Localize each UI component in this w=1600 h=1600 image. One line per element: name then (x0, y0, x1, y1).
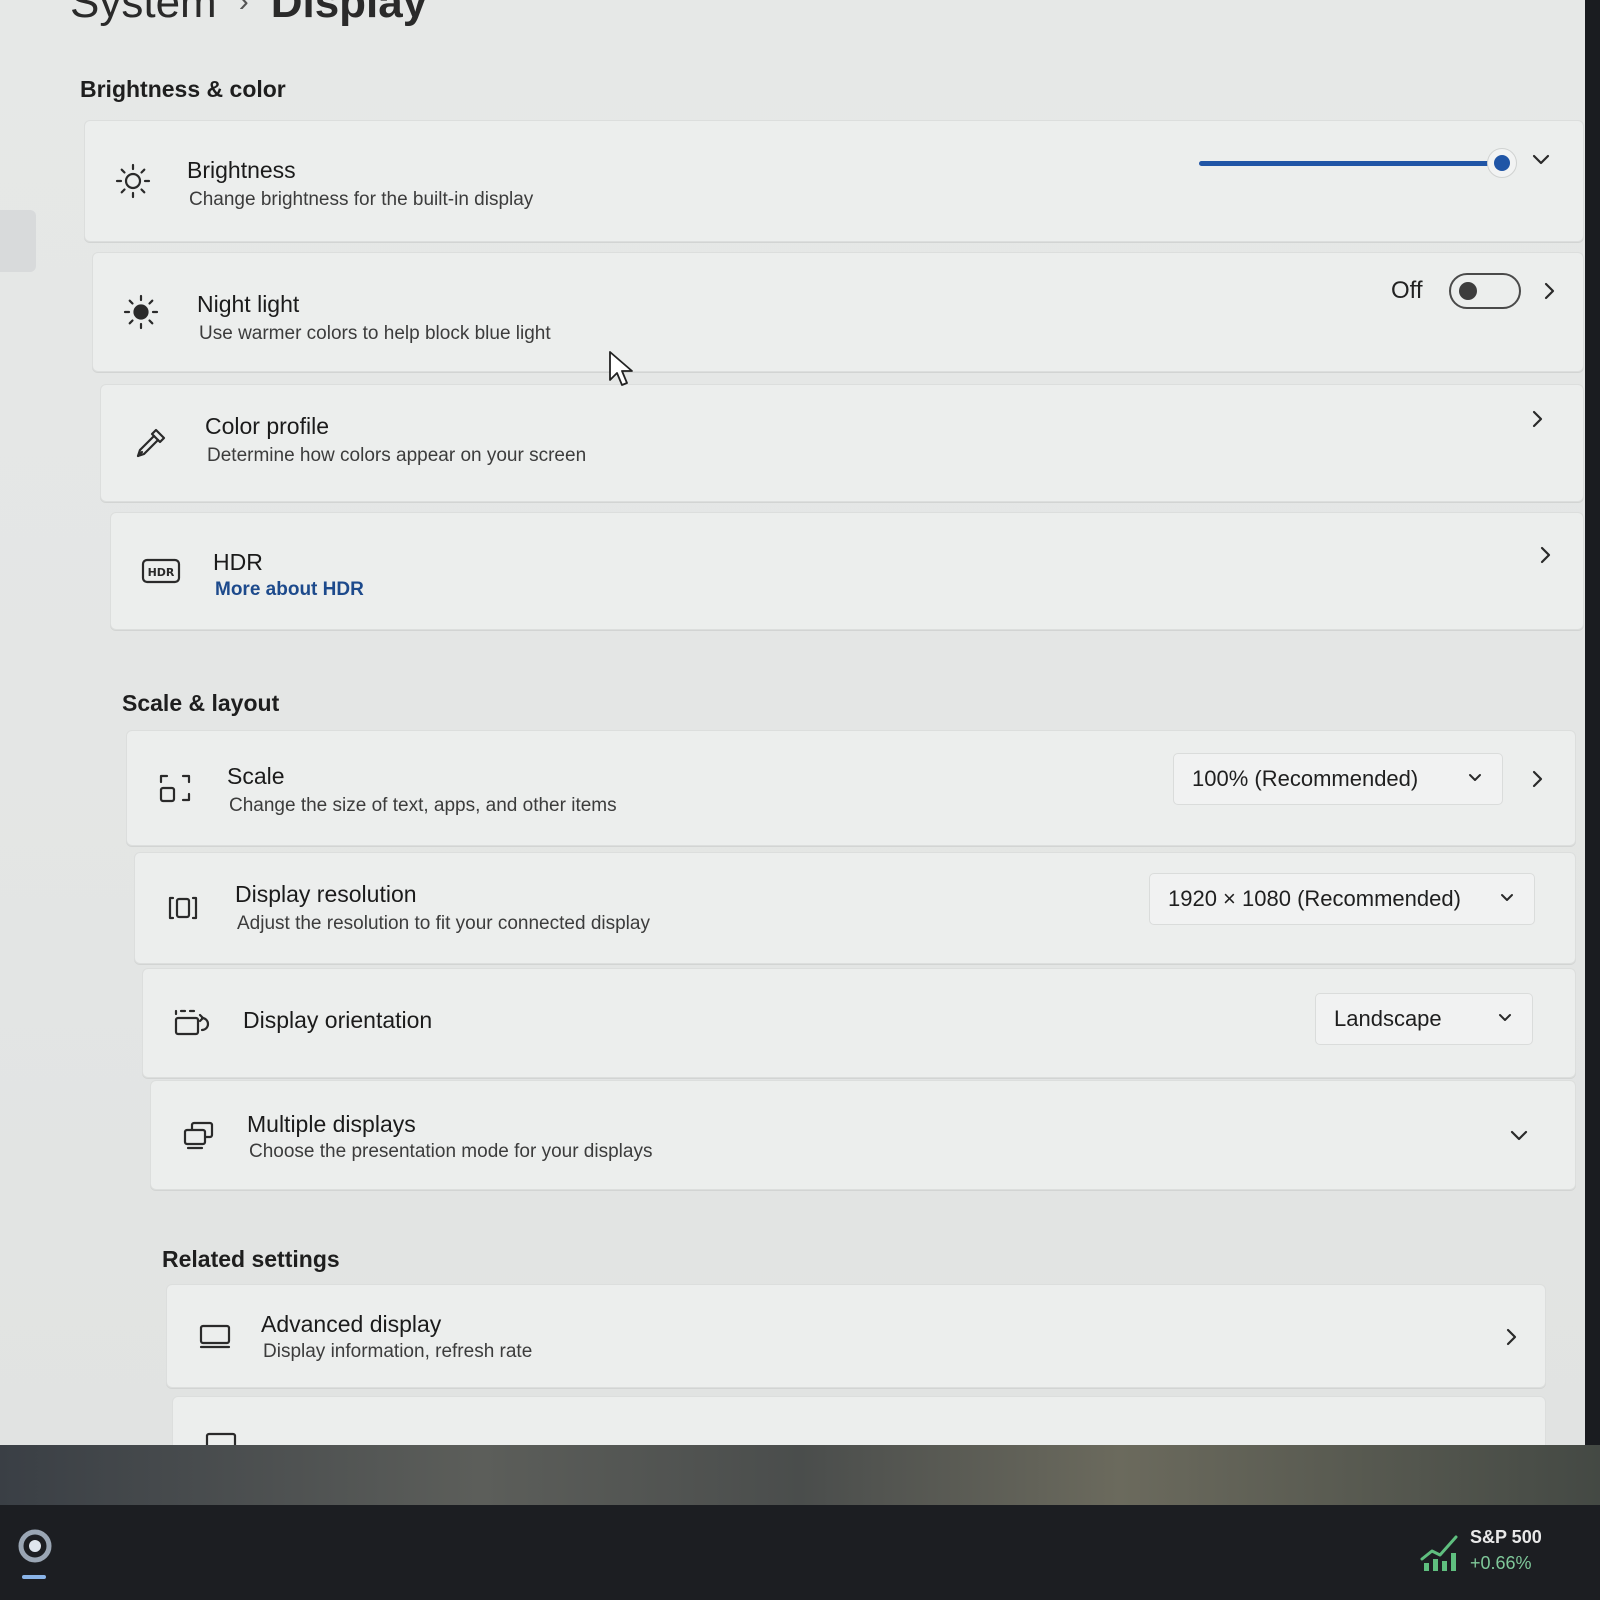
hdr-icon-text: HDR (148, 566, 175, 579)
stock-widget-change: +0.66% (1470, 1553, 1532, 1573)
toggle-knob (1459, 282, 1477, 300)
scale-title: Scale (227, 763, 285, 789)
section-related-settings: Related settings (162, 1246, 340, 1272)
brightness-subtitle: Change brightness for the built-in displ… (189, 189, 534, 210)
chevron-down-icon (1498, 886, 1516, 912)
brightness-title: Brightness (187, 157, 296, 183)
settings-app-icon[interactable] (12, 1523, 58, 1569)
multiple-displays-subtitle: Choose the presentation mode for your di… (249, 1141, 653, 1162)
color-profile-subtitle: Determine how colors appear on your scre… (207, 445, 587, 466)
night-light-card[interactable]: Night light Use warmer colors to help bl… (92, 252, 1584, 372)
resolution-dropdown[interactable]: 1920 × 1080 (Recommended) (1149, 873, 1535, 925)
display-resolution-subtitle: Adjust the resolution to fit your connec… (237, 913, 650, 934)
breadcrumb: System › Display (70, 0, 427, 28)
chevron-right-icon[interactable] (1537, 279, 1561, 303)
stock-widget[interactable]: S&P 500 +0.66% (1420, 1525, 1570, 1581)
nav-pane-edge[interactable] (0, 210, 36, 272)
brightness-slider-thumb[interactable] (1487, 148, 1517, 178)
scale-dropdown[interactable]: 100% (Recommended) (1173, 753, 1503, 805)
night-light-icon (121, 292, 161, 332)
related-card-cutoff[interactable] (172, 1396, 1546, 1445)
advanced-display-subtitle: Display information, refresh rate (263, 1341, 533, 1362)
resolution-value: 1920 × 1080 (Recommended) (1168, 886, 1461, 911)
night-light-state: Off (1391, 277, 1423, 304)
display-resolution-title: Display resolution (235, 881, 417, 907)
multiple-displays-icon (179, 1115, 219, 1155)
stock-widget-name: S&P 500 (1470, 1527, 1542, 1547)
section-brightness-color: Brightness & color (80, 76, 286, 102)
chevron-down-icon[interactable] (1507, 1123, 1531, 1147)
monitor-icon (195, 1316, 235, 1356)
display-orientation-card[interactable]: Display orientation Landscape (142, 968, 1576, 1078)
graphics-icon (201, 1421, 241, 1445)
desktop-wallpaper (0, 1445, 1600, 1505)
color-profile-card[interactable]: Color profile Determine how colors appea… (100, 384, 1584, 502)
breadcrumb-parent[interactable]: System (70, 0, 217, 27)
chevron-down-icon (1496, 1006, 1514, 1032)
sun-icon (113, 161, 153, 201)
display-orientation-title: Display orientation (243, 1007, 433, 1033)
section-scale-layout: Scale & layout (122, 690, 280, 716)
orientation-value: Landscape (1334, 1006, 1442, 1031)
settings-window: System › Display Brightness & color Bright… (0, 0, 1585, 1445)
hdr-icon: HDR (141, 551, 181, 591)
page-title: Display (270, 0, 428, 27)
resolution-icon (163, 888, 203, 928)
advanced-display-title: Advanced display (261, 1311, 442, 1337)
breadcrumb-separator: › (238, 0, 249, 18)
chevron-right-icon[interactable] (1525, 767, 1549, 791)
scale-value: 100% (Recommended) (1192, 766, 1419, 791)
chevron-right-icon[interactable] (1499, 1325, 1523, 1349)
scale-icon (155, 768, 195, 808)
hdr-card[interactable]: HDR HDR More about HDR (110, 512, 1584, 630)
scale-subtitle: Change the size of text, apps, and other… (229, 795, 617, 816)
orientation-icon (171, 1003, 211, 1043)
brightness-slider-track[interactable] (1199, 161, 1495, 166)
more-about-hdr-link[interactable]: More about HDR (215, 579, 364, 601)
chevron-right-icon[interactable] (1525, 407, 1549, 431)
night-light-subtitle: Use warmer colors to help block blue lig… (199, 323, 551, 344)
orientation-dropdown[interactable]: Landscape (1315, 993, 1533, 1045)
stock-chart-icon (1420, 1535, 1458, 1571)
brightness-card[interactable]: Brightness Change brightness for the bui… (84, 120, 1584, 242)
active-app-indicator (22, 1575, 46, 1579)
eyedropper-icon (131, 423, 171, 463)
hdr-title: HDR (213, 549, 263, 575)
color-profile-title: Color profile (205, 413, 329, 439)
chevron-down-icon (1466, 766, 1484, 792)
multiple-displays-card[interactable]: Multiple displays Choose the presentatio… (150, 1080, 1576, 1190)
advanced-display-card[interactable]: Advanced display Display information, re… (166, 1284, 1546, 1388)
taskbar: S&P 500 +0.66% (0, 1505, 1600, 1600)
chevron-right-icon[interactable] (1533, 543, 1557, 567)
night-light-title: Night light (197, 291, 300, 317)
mouse-cursor-icon (608, 350, 634, 393)
multiple-displays-title: Multiple displays (247, 1111, 416, 1137)
night-light-toggle[interactable] (1449, 273, 1521, 309)
chevron-down-icon[interactable] (1529, 147, 1553, 171)
scale-card[interactable]: Scale Change the size of text, apps, and… (126, 730, 1576, 846)
display-resolution-card[interactable]: Display resolution Adjust the resolution… (134, 852, 1576, 964)
